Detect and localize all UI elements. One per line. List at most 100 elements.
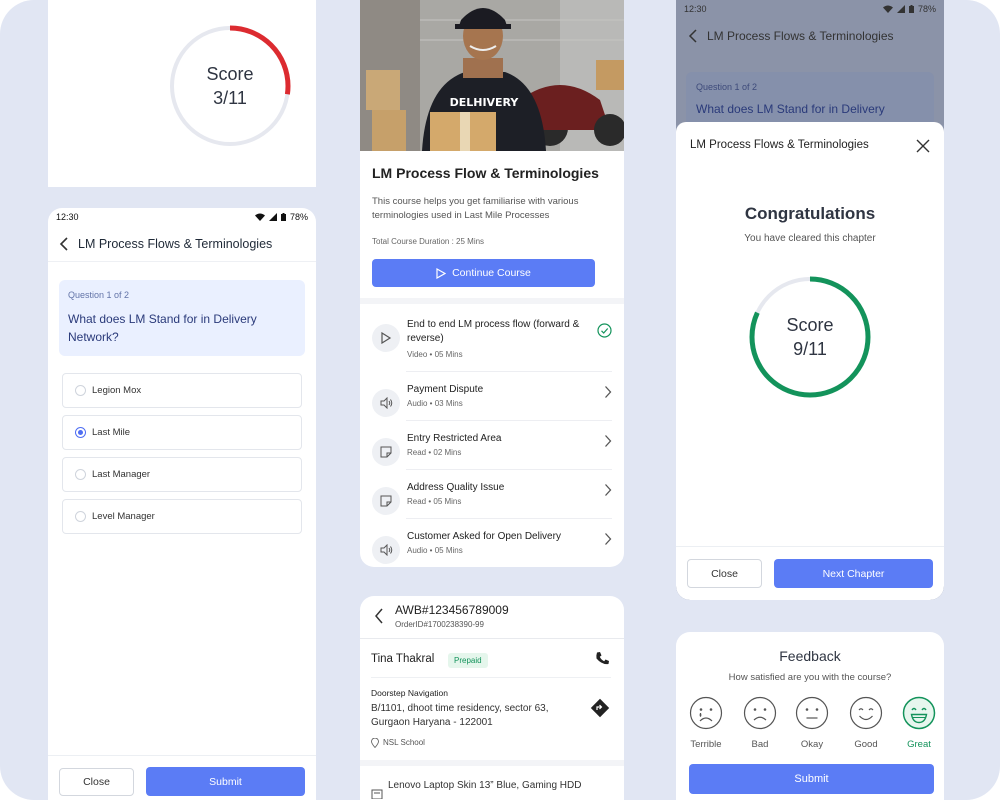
radio-button[interactable] <box>75 385 86 396</box>
order-card: AWB#123456789009 OrderID#1700238390-99 T… <box>360 596 624 800</box>
signal-icon <box>268 213 277 221</box>
feedback-title: Feedback <box>779 648 841 664</box>
question-number: Question 1 of 2 <box>68 290 130 300</box>
navigation-label: Doorstep Navigation <box>371 688 449 698</box>
lesson-item[interactable]: End to end LM process flow (forward & re… <box>360 316 624 365</box>
lesson-meta: Audio • 05 Mins <box>407 546 463 555</box>
order-id: OrderID#1700238390-99 <box>395 620 484 629</box>
speaker-icon <box>372 389 400 417</box>
answer-option[interactable]: Last Manager <box>62 457 302 492</box>
question-box: Question 1 of 2 What does LM Stand for i… <box>59 280 305 356</box>
answer-option[interactable]: Level Manager <box>62 499 302 534</box>
close-button[interactable]: Close <box>59 768 134 796</box>
congratulations-subheading: You have cleared this chapter <box>744 233 876 244</box>
rating-label: Bad <box>751 739 769 750</box>
note-icon <box>372 438 400 466</box>
feedback-question: How satisfied are you with the course? <box>728 672 892 683</box>
question-text: What does LM Stand for in Delivery Netwo… <box>68 312 257 344</box>
result-bottom-sheet: LM Process Flows & Terminologies Congrat… <box>676 122 944 600</box>
question-number: Question 1 of 2 <box>696 82 758 92</box>
continue-course-label: Continue Course <box>452 267 531 279</box>
submit-button[interactable]: Submit <box>146 767 305 796</box>
answer-option-label: Last Manager <box>92 469 151 480</box>
radio-button-selected[interactable] <box>75 427 86 438</box>
play-icon <box>436 267 447 279</box>
answer-option[interactable]: Legion Mox <box>62 373 302 408</box>
status-bar: 12:30 78% <box>676 0 944 18</box>
check-circle-icon <box>597 323 612 338</box>
lesson-item[interactable]: Customer Asked for Open Delivery Audio •… <box>360 528 624 567</box>
radio-button[interactable] <box>75 511 86 522</box>
crying-face-icon <box>689 696 723 730</box>
back-arrow-icon[interactable] <box>58 236 70 251</box>
wifi-icon <box>882 5 893 13</box>
score-value: 3/11 <box>213 88 247 108</box>
battery-icon <box>908 5 914 13</box>
answer-option-label: Level Manager <box>92 511 155 522</box>
status-bar: 12:30 78% <box>48 208 316 226</box>
feedback-submit-button[interactable]: Submit <box>689 764 934 794</box>
rating-label: Good <box>854 739 878 750</box>
rating-option-good[interactable]: Good <box>846 696 886 750</box>
lesson-meta: Read • 05 Mins <box>407 497 462 506</box>
shirt-logo-text: DELHIVERY <box>450 96 520 109</box>
delivery-address: B/1101, dhoot time residency, sector 63,… <box>371 703 549 728</box>
answer-option-label: Legion Mox <box>92 385 142 396</box>
status-time: 12:30 <box>684 4 707 14</box>
chevron-right-icon <box>605 386 612 398</box>
awb-number: AWB#123456789009 <box>395 603 509 617</box>
quiz-footer: Close Submit <box>48 755 316 800</box>
lesson-divider <box>406 518 612 519</box>
rating-label: Okay <box>800 739 824 750</box>
course-duration: Total Course Duration : 25 Mins <box>372 237 485 246</box>
rating-option-great[interactable]: Great <box>899 696 939 750</box>
score-ring: Score 3/11 <box>169 25 291 147</box>
lesson-meta: Audio • 03 Mins <box>407 399 463 408</box>
rating-option-okay[interactable]: Okay <box>792 696 832 750</box>
feedback-card: Feedback How satisfied are you with the … <box>676 632 944 800</box>
continue-course-button[interactable]: Continue Course <box>372 259 595 287</box>
phone-icon[interactable] <box>595 651 610 666</box>
score-label: Score <box>206 64 254 84</box>
smile-face-icon <box>849 696 883 730</box>
next-chapter-button[interactable]: Next Chapter <box>774 559 933 588</box>
answer-option[interactable]: Last Mile <box>62 415 302 450</box>
lesson-title: Customer Asked for Open Delivery <box>407 531 561 542</box>
course-card: DELHIVERY LM Process Flow & Terminologie… <box>360 0 624 567</box>
directions-icon[interactable] <box>590 698 610 718</box>
showcase-canvas: Score 3/11 12:30 78% LM Process Flows & … <box>0 0 1000 800</box>
lesson-title: Address Quality Issue <box>407 482 505 493</box>
rating-option-terrible[interactable]: Terrible <box>686 696 726 750</box>
lesson-divider <box>406 420 612 421</box>
signal-icon <box>896 5 905 13</box>
status-time: 12:30 <box>56 212 79 222</box>
battery-icon <box>280 213 286 221</box>
delivery-person-illustration: DELHIVERY <box>360 0 624 151</box>
close-icon[interactable] <box>916 139 930 153</box>
battery-level: 78% <box>917 4 936 14</box>
section-divider <box>360 298 624 304</box>
lesson-item[interactable]: Entry Restricted Area Read • 02 Mins <box>360 430 624 479</box>
rating-option-bad[interactable]: Bad <box>740 696 780 750</box>
back-arrow-icon[interactable] <box>374 608 384 624</box>
note-icon <box>372 487 400 515</box>
sheet-title: LM Process Flows & Terminologies <box>690 139 869 151</box>
grin-face-icon <box>902 696 936 730</box>
lesson-divider <box>406 469 612 470</box>
chevron-right-icon <box>605 533 612 545</box>
landmark-text: NSL School <box>383 738 425 747</box>
play-icon <box>372 324 400 352</box>
answer-option-label: Last Mile <box>92 427 131 438</box>
radio-button[interactable] <box>75 469 86 480</box>
score-label: Score <box>786 315 834 335</box>
lesson-title: Entry Restricted Area <box>407 433 502 444</box>
lesson-item[interactable]: Payment Dispute Audio • 03 Mins <box>360 381 624 430</box>
close-button[interactable]: Close <box>687 559 762 588</box>
dimmed-background: 12:30 78% LM Process Flows & Terminologi… <box>676 0 944 132</box>
wifi-icon <box>254 213 265 221</box>
score-ring: Score 9/11 <box>749 276 871 398</box>
neutral-face-icon <box>795 696 829 730</box>
item-name: Lenovo Laptop Skin 13” Blue, Gaming HDD <box>388 780 582 791</box>
lesson-item[interactable]: Address Quality Issue Read • 05 Mins <box>360 479 624 528</box>
speaker-icon <box>372 536 400 564</box>
